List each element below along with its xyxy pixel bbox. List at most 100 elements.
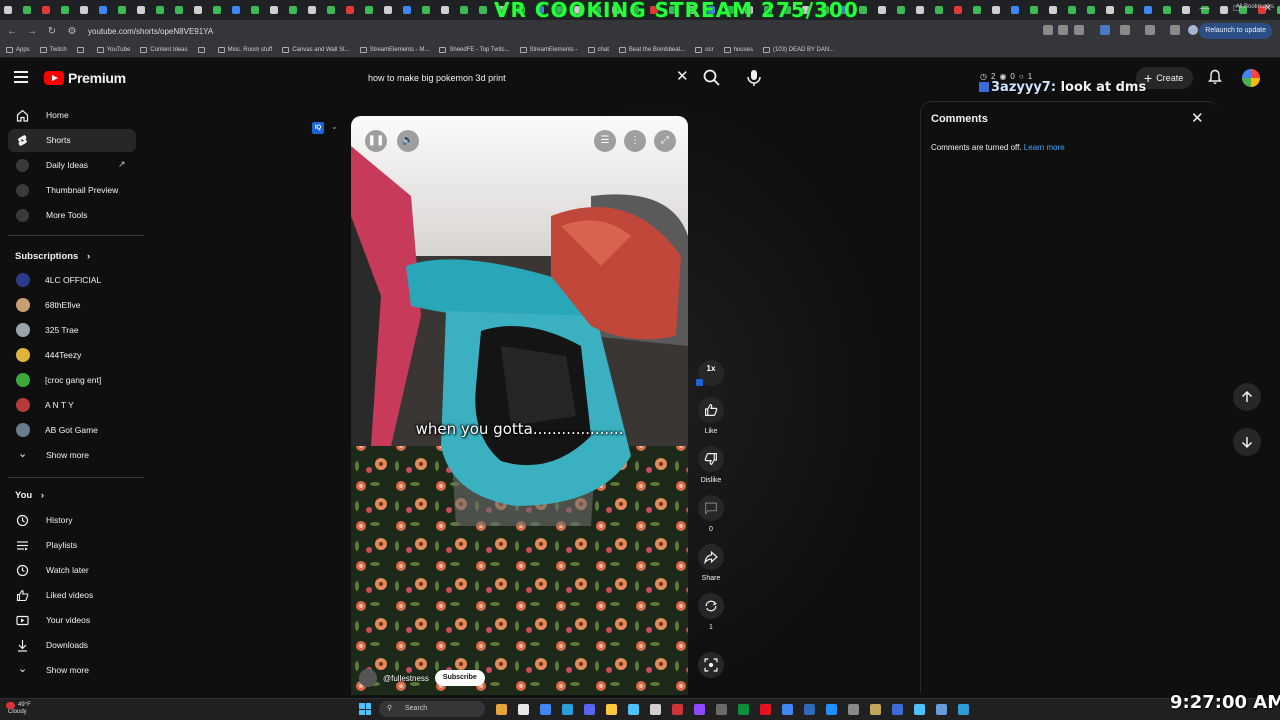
bookmark-item[interactable]: SheedFE - Top Twitc... — [439, 46, 510, 53]
cast-icon[interactable] — [1058, 25, 1068, 35]
tab-favicon-icon[interactable] — [1068, 6, 1076, 14]
sidepanel-icon[interactable] — [1145, 25, 1155, 35]
clear-search-icon[interactable]: ✕ — [676, 69, 689, 84]
microphone-icon[interactable] — [744, 68, 764, 88]
tab-favicon-icon[interactable] — [1049, 6, 1057, 14]
tab-favicon-icon[interactable] — [1106, 6, 1114, 14]
next-short-button[interactable] — [1233, 428, 1261, 456]
bookmark-item[interactable]: Content Ideas — [140, 46, 188, 53]
sidebar-item-thumbnail-preview[interactable]: Thumbnail Preview — [8, 179, 136, 202]
search-icon[interactable] — [702, 68, 722, 88]
tab-favicon-icon[interactable] — [137, 6, 145, 14]
tab-favicon-icon[interactable] — [232, 6, 240, 14]
previous-short-button[interactable] — [1233, 383, 1261, 411]
bookmark-item[interactable]: StreamElements - M... — [359, 46, 429, 53]
taskbar-app-icon[interactable] — [518, 704, 529, 715]
channel-avatar[interactable] — [359, 669, 377, 687]
comments-action[interactable]: 0 — [697, 495, 725, 533]
taskbar-app-icon[interactable] — [738, 704, 749, 715]
tab-favicon-icon[interactable] — [1163, 6, 1171, 14]
focus-button[interactable] — [698, 652, 724, 678]
focus-action[interactable] — [697, 652, 725, 678]
tab-favicon-icon[interactable] — [1125, 6, 1133, 14]
search-box[interactable] — [358, 66, 696, 90]
subscriptions-heading[interactable]: Subscriptions › — [15, 251, 90, 262]
taskbar-app-icon[interactable] — [716, 704, 727, 715]
taskbar-app-icon[interactable] — [958, 704, 969, 715]
subscription-item[interactable]: A N T Y — [8, 394, 136, 417]
tab-favicon-icon[interactable] — [859, 6, 867, 14]
bookmark-item[interactable]: Canvas and Wall St... — [282, 46, 350, 53]
taskbar-app-icon[interactable] — [804, 704, 815, 715]
site-info-icon[interactable]: ⚙ — [64, 26, 80, 37]
tab-favicon-icon[interactable] — [308, 6, 316, 14]
taskbar-app-icon[interactable] — [496, 704, 507, 715]
tab-favicon-icon[interactable] — [1144, 6, 1152, 14]
bookmark-item[interactable] — [76, 46, 87, 53]
you-heading[interactable]: You › — [15, 490, 44, 501]
reload-icon[interactable]: ↻ — [44, 26, 60, 37]
sidebar-item-more-tools[interactable]: More Tools — [8, 204, 136, 227]
tab-favicon-icon[interactable] — [1087, 6, 1095, 14]
chevron-down-icon[interactable]: ⌄ — [331, 122, 338, 131]
subscription-item[interactable]: 444Teezy — [8, 344, 136, 367]
sidebar-item-shorts[interactable]: Shorts — [8, 129, 136, 152]
iq-extension-icon[interactable]: IQ — [312, 122, 324, 134]
channel-handle[interactable]: @fullestness — [383, 674, 429, 683]
sidebar-item-liked-videos[interactable]: Liked videos — [8, 584, 136, 607]
subscription-item[interactable]: [croc gang ent] — [8, 369, 136, 392]
star-icon[interactable] — [1074, 25, 1084, 35]
tab-favicon-icon[interactable] — [118, 6, 126, 14]
minimize-icon[interactable]: — — [1200, 3, 1210, 14]
sidebar-item-daily-ideas[interactable]: Daily Ideas ↗ — [8, 154, 136, 177]
like-button[interactable] — [698, 397, 724, 423]
tab-favicon-icon[interactable] — [384, 6, 392, 14]
taskbar-app-icon[interactable] — [694, 704, 705, 715]
tab-favicon-icon[interactable] — [23, 6, 31, 14]
taskbar-app-icon[interactable] — [672, 704, 683, 715]
taskbar-app-icon[interactable] — [606, 704, 617, 715]
tab-favicon-icon[interactable] — [213, 6, 221, 14]
fullscreen-icon[interactable]: ⤢ — [654, 130, 676, 152]
sidebar-item-your-videos[interactable]: Your videos — [8, 609, 136, 632]
subscription-item[interactable]: 68thEfive — [8, 294, 136, 317]
sidebar-item-home[interactable]: Home — [8, 104, 136, 127]
taskbar-app-icon[interactable] — [826, 704, 837, 715]
captions-icon[interactable]: ☰ — [594, 130, 616, 152]
like-action[interactable]: Like — [697, 397, 725, 435]
tab-favicon-icon[interactable] — [878, 6, 886, 14]
bookmark-item[interactable]: ocr — [695, 46, 714, 53]
subscribe-button[interactable]: Subscribe — [434, 670, 485, 686]
taskbar-app-icon[interactable] — [650, 704, 661, 715]
tab-favicon-icon[interactable] — [42, 6, 50, 14]
subscription-item[interactable]: 4LC OFFICIAL — [8, 269, 136, 292]
tab-favicon-icon[interactable] — [916, 6, 924, 14]
taskbar-app-icon[interactable] — [760, 704, 771, 715]
tab-favicon-icon[interactable] — [460, 6, 468, 14]
taskbar-app-icon[interactable] — [628, 704, 639, 715]
tab-favicon-icon[interactable] — [251, 6, 259, 14]
tab-favicon-icon[interactable] — [973, 6, 981, 14]
sidebar-item-watch-later[interactable]: Watch later — [8, 559, 136, 582]
share-button[interactable] — [698, 544, 724, 570]
dislike-action[interactable]: Dislike — [697, 446, 725, 484]
bookmark-item[interactable]: Misc. Room stuff — [217, 46, 272, 53]
taskbar-app-icon[interactable] — [782, 704, 793, 715]
tab-favicon-icon[interactable] — [1011, 6, 1019, 14]
remix-button[interactable] — [698, 593, 724, 619]
all-bookmarks[interactable]: All Bookmarks — [1236, 4, 1274, 10]
sidebar-item-playlists[interactable]: Playlists — [8, 534, 136, 557]
windows-start-icon[interactable] — [359, 703, 371, 715]
you-show-more[interactable]: ⌄ Show more — [8, 659, 136, 682]
search-input[interactable] — [358, 66, 696, 90]
tab-favicon-icon[interactable] — [422, 6, 430, 14]
subscription-item[interactable]: AB Got Game — [8, 419, 136, 442]
sidebar-item-history[interactable]: History — [8, 509, 136, 532]
tab-favicon-icon[interactable] — [403, 6, 411, 14]
taskbar-app-icon[interactable] — [562, 704, 573, 715]
profile-icon[interactable] — [1188, 25, 1198, 35]
weather-widget[interactable]: 49°F Cloudy — [6, 702, 31, 716]
taskbar-app-icon[interactable] — [892, 704, 903, 715]
bookmark-item[interactable]: Beat the Bombbeat... — [618, 46, 685, 53]
taskbar-app-icon[interactable] — [936, 704, 947, 715]
